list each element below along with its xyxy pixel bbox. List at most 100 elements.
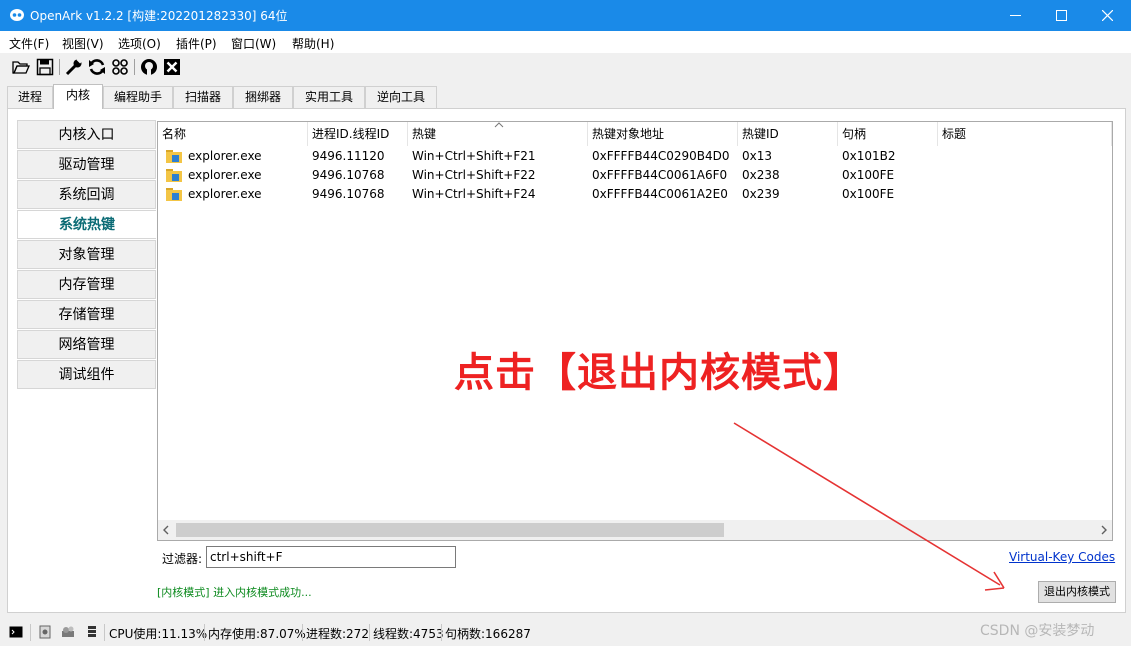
sidebar-item-system-callbacks[interactable]: 系统回调 — [17, 180, 156, 209]
save-icon[interactable] — [36, 58, 54, 76]
virtual-key-codes-link[interactable]: Virtual-Key Codes — [1009, 550, 1115, 564]
status-divider — [104, 624, 105, 641]
cell-hotkey-object: 0xFFFFB44C0061A2E0 — [592, 187, 728, 201]
menu-file[interactable]: 文件(F) — [9, 35, 49, 52]
menu-options[interactable]: 选项(O) — [118, 35, 161, 52]
filter-input[interactable] — [206, 546, 456, 568]
scrollbar-thumb[interactable] — [176, 523, 724, 537]
menu-bar: 文件(F) 视图(V) 选项(O) 插件(P) 窗口(W) 帮助(H) — [0, 31, 1131, 53]
status-bar: CPU使用:11.13% 内存使用:87.07% 进程数:272 线程数:475… — [0, 620, 1131, 646]
tab-scanner[interactable]: 扫描器 — [173, 86, 233, 108]
cpu-usage: CPU使用:11.13% — [109, 627, 208, 641]
tab-bundler[interactable]: 捆绑器 — [233, 86, 293, 108]
refresh-icon[interactable] — [88, 58, 106, 76]
cell-pid-tid: 9496.10768 — [312, 168, 385, 182]
column-header-title[interactable]: 标题 — [938, 122, 1112, 146]
column-header-pid-tid[interactable]: 进程ID.线程ID — [308, 122, 408, 146]
app-logo-icon — [10, 9, 24, 21]
kernel-log-message: [内核模式] 进入内核模式成功... — [157, 586, 312, 599]
handle-count: 句柄数:166287 — [445, 627, 531, 641]
toolbar-separator — [59, 59, 60, 75]
close-icon — [1102, 10, 1113, 21]
toolbar-separator — [134, 59, 135, 75]
cell-title — [938, 147, 942, 166]
maximize-button[interactable] — [1039, 0, 1085, 31]
cell-pid-tid: 9496.11120 — [312, 149, 385, 163]
database-icon[interactable] — [85, 625, 99, 639]
thread-count: 线程数:4753 — [373, 627, 444, 641]
cell-hotkey-object: 0xFFFFB44C0061A6F0 — [592, 168, 728, 182]
memory-usage: 内存使用:87.07% — [208, 627, 306, 641]
minimize-icon — [1010, 15, 1021, 16]
scroll-right-icon[interactable] — [1100, 525, 1108, 535]
toolbar — [0, 54, 1131, 80]
tab-utilities[interactable]: 实用工具 — [293, 86, 365, 108]
title-bar: OpenArk v1.2.2 [构建:202201282330] 64位 — [0, 0, 1131, 31]
table-row[interactable]: explorer.exe 9496.11120 Win+Ctrl+Shift+F… — [158, 147, 1112, 166]
window-title: OpenArk v1.2.2 [构建:202201282330] 64位 — [30, 9, 288, 23]
github-icon[interactable] — [140, 58, 158, 76]
scroll-left-icon[interactable] — [162, 525, 170, 535]
cell-hotkey-id: 0x239 — [742, 187, 780, 201]
menu-view[interactable]: 视图(V) — [62, 35, 104, 52]
column-header-handle[interactable]: 句柄 — [838, 122, 938, 146]
sort-indicator-icon — [494, 122, 504, 128]
exit-kernel-mode-button[interactable]: 退出内核模式 — [1038, 581, 1116, 603]
cell-hotkey: Win+Ctrl+Shift+F24 — [412, 187, 536, 201]
close-box-icon[interactable] — [163, 58, 181, 76]
cell-title — [938, 185, 942, 204]
sidebar-item-system-hotkeys[interactable]: 系统热键 — [17, 210, 156, 239]
cell-hotkey-id: 0x238 — [742, 168, 780, 182]
folder-icon — [166, 188, 182, 201]
tab-process[interactable]: 进程 — [7, 86, 53, 108]
network-icon[interactable] — [61, 625, 75, 639]
cell-hotkey: Win+Ctrl+Shift+F21 — [412, 149, 536, 163]
close-button[interactable] — [1085, 0, 1131, 31]
cell-handle: 0x100FE — [842, 187, 895, 201]
cell-title — [938, 166, 942, 185]
watermark: CSDN @安装梦动 — [980, 623, 1095, 639]
cell-hotkey-object: 0xFFFFB44C0290B4D0 — [592, 149, 730, 163]
cell-pid-tid: 9496.10768 — [312, 187, 385, 201]
column-header-name[interactable]: 名称 — [158, 122, 308, 146]
sidebar-item-storage-manager[interactable]: 存储管理 — [17, 300, 156, 329]
sidebar-item-object-manager[interactable]: 对象管理 — [17, 240, 156, 269]
menu-help[interactable]: 帮助(H) — [292, 35, 334, 52]
tab-coder-helper[interactable]: 编程助手 — [103, 86, 173, 108]
wrench-icon[interactable] — [65, 58, 83, 76]
folder-open-icon[interactable] — [12, 58, 30, 76]
table-row[interactable]: explorer.exe 9496.10768 Win+Ctrl+Shift+F… — [158, 166, 1112, 185]
menu-plugins[interactable]: 插件(P) — [176, 35, 217, 52]
cell-name: explorer.exe — [188, 149, 262, 163]
status-divider — [30, 624, 31, 641]
sidebar-item-kernel-entry[interactable]: 内核入口 — [17, 120, 156, 149]
cell-hotkey-id: 0x13 — [742, 149, 773, 163]
menu-window[interactable]: 窗口(W) — [231, 35, 276, 52]
sidebar-item-memory-manager[interactable]: 内存管理 — [17, 270, 156, 299]
minimize-button[interactable] — [993, 0, 1039, 31]
grid-icon[interactable] — [111, 58, 129, 76]
maximize-icon — [1056, 10, 1067, 21]
sidebar-item-network-manager[interactable]: 网络管理 — [17, 330, 156, 359]
tab-kernel[interactable]: 内核 — [53, 84, 103, 109]
horizontal-scrollbar[interactable] — [158, 520, 1112, 540]
column-header-hotkey-object[interactable]: 热键对象地址 — [588, 122, 738, 146]
tab-reverse-tools[interactable]: 逆向工具 — [365, 86, 437, 108]
annotation-text: 点击【退出内核模式】 — [454, 350, 864, 396]
status-divider — [302, 624, 303, 641]
sidebar-item-driver-manager[interactable]: 驱动管理 — [17, 150, 156, 179]
main-tabs: 进程 内核 编程助手 扫描器 捆绑器 实用工具 逆向工具 — [0, 84, 1131, 109]
cell-handle: 0x100FE — [842, 168, 895, 182]
hotkey-table: 名称 进程ID.线程ID 热键 热键对象地址 热键ID 句柄 标题 explor… — [157, 121, 1113, 541]
sidebar-item-debug-components[interactable]: 调试组件 — [17, 360, 156, 389]
console-icon[interactable] — [9, 625, 23, 639]
status-divider — [204, 624, 205, 641]
column-header-hotkey-id[interactable]: 热键ID — [738, 122, 838, 146]
folder-icon — [166, 169, 182, 182]
cell-name: explorer.exe — [188, 168, 262, 182]
settings-icon[interactable] — [38, 625, 52, 639]
cell-name: explorer.exe — [188, 187, 262, 201]
cell-handle: 0x101B2 — [842, 149, 896, 163]
status-divider — [369, 624, 370, 641]
table-row[interactable]: explorer.exe 9496.10768 Win+Ctrl+Shift+F… — [158, 185, 1112, 204]
